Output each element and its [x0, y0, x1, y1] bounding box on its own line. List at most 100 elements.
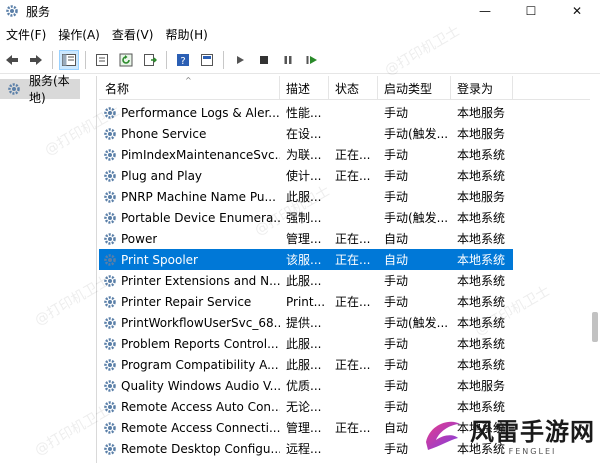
service-name: PimIndexMaintenanceSvc...	[121, 147, 280, 162]
service-name: Phone Service	[121, 126, 207, 141]
service-startup-type: 手动(触发...	[384, 211, 449, 225]
service-log-on-as: 本地系统	[457, 316, 506, 330]
service-gear-icon	[103, 274, 117, 288]
service-name-cell: Portable Device Enumera...	[99, 207, 280, 228]
table-row[interactable]: Printer Extensions and N... 此服... 手动 本地系统	[99, 270, 600, 291]
help-icon[interactable]: ?	[173, 50, 193, 70]
service-startup-type: 手动	[384, 169, 409, 183]
service-log-on-as: 本地系统	[451, 249, 513, 270]
table-row[interactable]: Printer Repair Service Print... 正在... 手动 本地系…	[99, 291, 600, 312]
service-status	[329, 333, 378, 354]
service-startup-type: 手动	[384, 148, 409, 162]
logo-english-text: FENGLEI	[508, 447, 557, 456]
stop-service-icon[interactable]	[254, 50, 274, 70]
service-gear-icon	[103, 316, 117, 330]
properties-icon[interactable]	[92, 50, 112, 70]
column-header-log-on-as[interactable]: 登录为	[451, 76, 513, 100]
service-startup-type: 手动(触发...	[384, 316, 449, 330]
table-row[interactable]: Plug and Play 使计... 正在... 手动 本地系统	[99, 165, 600, 186]
service-log-on-as: 本地系统	[457, 148, 506, 162]
column-label: 名称	[105, 81, 130, 96]
service-log-on-as: 本地系统	[457, 169, 506, 183]
service-status: 正在...	[335, 358, 371, 372]
minimize-button[interactable]: —	[462, 0, 508, 22]
console-tree: 服务(本地)	[0, 74, 97, 463]
menu-file[interactable]: 文件(F)	[0, 26, 52, 43]
service-status: 正在...	[329, 249, 378, 270]
table-row[interactable]: Power 管理... 正在... 自动 本地系统	[99, 228, 600, 249]
service-startup-type: 手动	[384, 379, 409, 393]
snapin-icon[interactable]	[197, 50, 217, 70]
column-header-description[interactable]: 描述	[280, 76, 329, 100]
table-row[interactable]: Problem Reports Control... 此服... 手动 本地系统	[99, 333, 600, 354]
vertical-scrollbar[interactable]	[590, 76, 600, 463]
service-description: Print...	[286, 294, 326, 309]
service-gear-icon	[103, 442, 117, 456]
table-row[interactable]: PimIndexMaintenanceSvc... 为联... 正在... 手动 本地系…	[99, 144, 600, 165]
service-log-on-as: 本地系统	[457, 337, 506, 351]
service-name: Quality Windows Audio V...	[121, 378, 280, 393]
maximize-button[interactable]: ☐	[508, 0, 554, 22]
column-label: 启动类型	[384, 81, 433, 96]
column-label: 登录为	[457, 81, 494, 96]
forward-arrow-icon[interactable]	[26, 50, 46, 70]
column-label: 描述	[286, 81, 311, 96]
menu-view[interactable]: 查看(V)	[106, 26, 160, 43]
column-header-startup-type[interactable]: 启动类型	[378, 76, 451, 100]
service-name-cell: PNRP Machine Name Pu...	[99, 186, 280, 207]
service-description: 管理...	[286, 232, 322, 246]
fenglei-logo-icon	[426, 421, 460, 450]
service-name: Portable Device Enumera...	[121, 210, 280, 225]
service-gear-icon	[103, 232, 117, 246]
toolbar: ?	[0, 47, 600, 74]
tree-item-services-local[interactable]: 服务(本地)	[0, 74, 80, 105]
services-gear-icon	[7, 82, 21, 96]
table-row[interactable]: Quality Windows Audio V... 优质... 手动 本地服务	[99, 375, 600, 396]
menu-help[interactable]: 帮助(H)	[159, 26, 213, 43]
service-status	[329, 270, 378, 291]
column-header-status[interactable]: 状态	[329, 76, 378, 100]
toolbar-separator	[52, 51, 53, 69]
close-button[interactable]: ✕	[554, 0, 600, 22]
service-startup-type: 手动	[384, 337, 409, 351]
service-status	[329, 438, 378, 459]
table-row[interactable]: Print Spooler 该服... 正在... 自动 本地系统	[99, 249, 600, 270]
service-name-cell: Problem Reports Control...	[99, 333, 280, 354]
restart-service-icon[interactable]	[302, 50, 322, 70]
service-log-on-as: 本地系统	[457, 232, 506, 246]
back-arrow-icon[interactable]	[2, 50, 22, 70]
service-startup-type: 手动(触发...	[384, 127, 449, 141]
refresh-icon[interactable]	[116, 50, 136, 70]
service-name-cell: Performance Logs & Aler...	[99, 102, 280, 123]
column-header-name[interactable]: 名称 ^	[99, 76, 280, 100]
service-name: Printer Extensions and N...	[121, 273, 280, 288]
menu-action[interactable]: 操作(A)	[52, 26, 106, 43]
service-description: 强制...	[286, 211, 322, 225]
service-name-cell: PimIndexMaintenanceSvc...	[99, 144, 280, 165]
service-gear-icon	[103, 295, 117, 309]
service-name: Power	[121, 231, 158, 246]
table-row[interactable]: Phone Service 在设... 手动(触发... 本地服务	[99, 123, 600, 144]
service-name: Problem Reports Control...	[121, 336, 279, 351]
start-service-icon[interactable]	[230, 50, 250, 70]
table-row[interactable]: Performance Logs & Aler... 性能... 手动 本地服务	[99, 102, 600, 123]
service-name-cell: Quality Windows Audio V...	[99, 375, 280, 396]
service-gear-icon	[103, 127, 117, 141]
service-status	[329, 123, 378, 144]
table-row[interactable]: Portable Device Enumera... 强制... 手动(触发... 本…	[99, 207, 600, 228]
service-name: Print Spooler	[121, 252, 198, 267]
export-list-icon[interactable]	[140, 50, 160, 70]
service-status: 正在...	[335, 148, 371, 162]
service-gear-icon	[103, 337, 117, 351]
service-description: 性能...	[286, 106, 322, 120]
pause-service-icon[interactable]	[278, 50, 298, 70]
table-row[interactable]: PrintWorkflowUserSvc_68... 提供... 手动(触发... 本…	[99, 312, 600, 333]
service-status	[329, 375, 378, 396]
table-row[interactable]: PNRP Machine Name Pu... 此服... 手动 本地服务	[99, 186, 600, 207]
show-tree-icon[interactable]	[59, 50, 79, 70]
table-row[interactable]: Program Compatibility A... 此服... 正在... 手动 本地…	[99, 354, 600, 375]
service-gear-icon	[103, 379, 117, 393]
service-gear-icon	[103, 421, 117, 435]
scrollbar-thumb[interactable]	[592, 312, 598, 342]
service-description: 为联...	[286, 148, 322, 162]
